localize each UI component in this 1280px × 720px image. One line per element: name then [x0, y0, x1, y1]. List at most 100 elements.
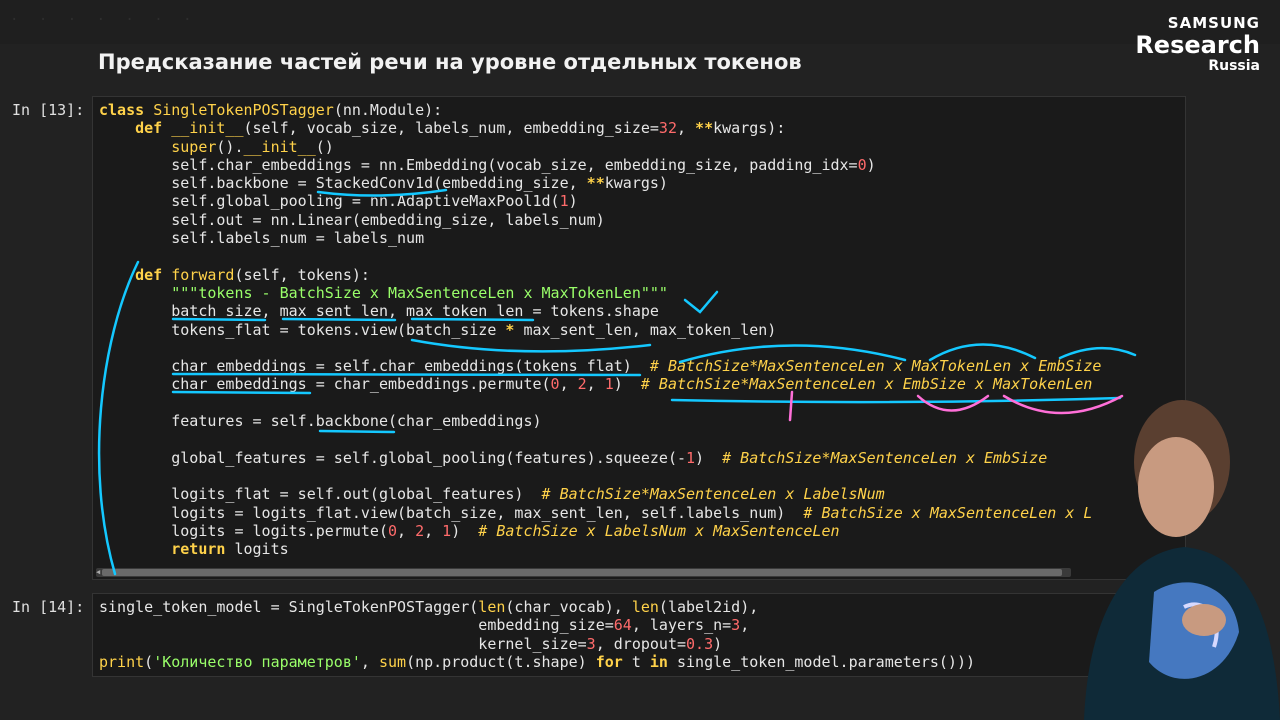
samsung-research-logo: SAMSUNG Research Russia — [1135, 14, 1260, 74]
code-line[interactable]: logits = logits_flat.view(batch_size, ma… — [99, 504, 1179, 522]
code-token: super — [171, 137, 217, 156]
code-token: (label2id), — [658, 598, 759, 616]
code-token: ** — [586, 174, 605, 193]
code-token: t — [631, 652, 650, 671]
code-line[interactable]: features = self.backbone(char_embeddings… — [99, 412, 1179, 430]
code-token: 1 — [442, 521, 452, 540]
code-line[interactable]: tokens_flat = tokens.view(batch_size * m… — [99, 321, 1179, 339]
code-line[interactable]: self.labels_num = labels_num — [99, 229, 1179, 247]
code-editor[interactable]: class SingleTokenPOSTagger(nn.Module): d… — [93, 97, 1185, 562]
code-token: # BatchSize*MaxSentenceLen x MaxTokenLen… — [649, 357, 1102, 376]
code-line[interactable]: return logits — [99, 540, 1179, 558]
code-line[interactable] — [99, 339, 1179, 357]
code-line[interactable]: self.global_pooling = nn.AdaptiveMaxPool… — [99, 192, 1179, 210]
code-token: ( — [144, 652, 154, 671]
code-token: in — [649, 652, 677, 671]
code-line[interactable]: global_features = self.global_pooling(fe… — [99, 449, 1179, 467]
code-cell-14[interactable]: single_token_model = SingleTokenPOSTagge… — [92, 593, 1186, 677]
code-line[interactable]: embedding_size=64, layers_n=3, — [99, 616, 1179, 634]
code-line[interactable]: logits = logits.permute(0, 2, 1) # Batch… — [99, 522, 1179, 540]
code-token: return — [171, 540, 235, 559]
code-token: def — [135, 119, 172, 138]
code-token: , — [559, 375, 578, 394]
scrollbar-thumb[interactable] — [102, 569, 1062, 576]
code-token: (). — [216, 137, 244, 156]
code-token: global_features = self.global_pooling(fe… — [99, 448, 686, 467]
code-token: 2 — [577, 375, 587, 394]
code-token: 'Количество параметров' — [153, 652, 361, 671]
code-line[interactable]: def forward(self, tokens): — [99, 266, 1179, 284]
presenter-video-overlay — [1084, 400, 1280, 720]
code-token: # BatchSize x LabelsNum x MaxSentenceLen — [478, 521, 840, 540]
code-line[interactable]: def __init__(self, vocab_size, labels_nu… — [99, 119, 1179, 137]
code-token: (self, tokens): — [234, 265, 370, 284]
code-token: self.backbone = StackedConv1d(embedding_… — [99, 174, 587, 193]
code-token: 1 — [604, 375, 614, 394]
logo-line-1: SAMSUNG — [1167, 14, 1260, 32]
code-editor[interactable]: single_token_model = SingleTokenPOSTagge… — [93, 594, 1185, 675]
code-token: # BatchSize*MaxSentenceLen x LabelsNum — [541, 485, 885, 504]
code-line[interactable]: logits_flat = self.out(global_features) … — [99, 485, 1179, 503]
code-token: single_token_model = SingleTokenPOSTagge… — [99, 598, 479, 616]
code-token: , — [360, 652, 379, 671]
cell-prompt-14: In [14]: — [12, 598, 85, 616]
code-token: ** — [695, 119, 714, 138]
code-line[interactable]: self.out = nn.Linear(embedding_size, lab… — [99, 211, 1179, 229]
code-cell-13[interactable]: class SingleTokenPOSTagger(nn.Module): d… — [92, 96, 1186, 580]
code-line[interactable]: batch_size, max_sent_len, max_token_len … — [99, 302, 1179, 320]
code-token: len — [631, 598, 659, 616]
code-token: self.labels_num = labels_num — [99, 229, 425, 248]
code-line[interactable]: self.backbone = StackedConv1d(embedding_… — [99, 174, 1179, 192]
code-token: ) — [866, 155, 876, 174]
code-token: 32 — [658, 119, 677, 138]
code-line[interactable]: self.char_embeddings = nn.Embedding(voca… — [99, 156, 1179, 174]
browser-top-bar: · · · · · · · — [0, 0, 1280, 44]
code-token: forward — [171, 265, 235, 284]
code-line[interactable]: kernel_size=3, dropout=0.3) — [99, 635, 1179, 653]
logo-line-2: Research — [1135, 31, 1260, 59]
code-token: batch_size, max_sent_len, max_token_len … — [99, 302, 659, 321]
code-line[interactable]: print('Количество параметров', sum(np.pr… — [99, 653, 1179, 671]
code-line[interactable] — [99, 430, 1179, 448]
code-token: # BatchSize*MaxSentenceLen x EmbSize — [722, 448, 1048, 467]
code-token: logits = logits.permute( — [99, 521, 388, 540]
code-token: features = self.backbone(char_embeddings… — [99, 412, 542, 431]
code-token: logits = logits_flat.view(batch_size, ma… — [99, 503, 804, 522]
code-token: SingleTokenPOSTagger — [153, 101, 334, 119]
code-token: __init__ — [171, 119, 244, 138]
code-token: logits — [234, 540, 289, 559]
code-line[interactable] — [99, 394, 1179, 412]
code-line[interactable]: char_embeddings = self.char_embeddings(t… — [99, 357, 1179, 375]
code-line[interactable] — [99, 467, 1179, 485]
code-token: 2 — [415, 521, 425, 540]
code-token: logits_flat = self.out(global_features) — [99, 485, 542, 504]
code-token: print — [99, 652, 145, 671]
code-line[interactable]: class SingleTokenPOSTagger(nn.Module): — [99, 101, 1179, 119]
code-token: kwargs) — [604, 174, 668, 193]
code-line[interactable] — [99, 247, 1179, 265]
code-token: self.global_pooling = nn.AdaptiveMaxPool… — [99, 192, 560, 211]
code-token: 1 — [686, 448, 696, 467]
horizontal-scrollbar[interactable]: ◀ — [96, 568, 1071, 577]
code-token: ) — [695, 448, 723, 467]
code-token: 0.3 — [686, 634, 714, 653]
code-token: # BatchSize*MaxSentenceLen x EmbSize x M… — [640, 375, 1093, 394]
code-token: ) — [568, 192, 578, 211]
cell-prompt-13: In [13]: — [12, 101, 85, 119]
code-token: class — [99, 101, 154, 119]
code-token: (self, vocab_size, labels_num, embedding… — [243, 119, 659, 138]
toolbar-icons-faded: · · · · · · · — [10, 12, 198, 28]
code-line[interactable]: single_token_model = SingleTokenPOSTagge… — [99, 598, 1179, 616]
logo-line-3: Russia — [1208, 58, 1260, 74]
code-token: 1 — [559, 192, 569, 211]
code-line[interactable]: char_embeddings = char_embeddings.permut… — [99, 375, 1179, 393]
code-token: (np.product(t.shape) — [406, 652, 596, 671]
code-token: len — [478, 598, 506, 616]
code-token: sum — [378, 652, 407, 671]
code-line[interactable]: super().__init__() — [99, 138, 1179, 156]
code-token: """tokens - BatchSize x MaxSentenceLen x… — [171, 283, 668, 302]
code-line[interactable]: """tokens - BatchSize x MaxSentenceLen x… — [99, 284, 1179, 302]
